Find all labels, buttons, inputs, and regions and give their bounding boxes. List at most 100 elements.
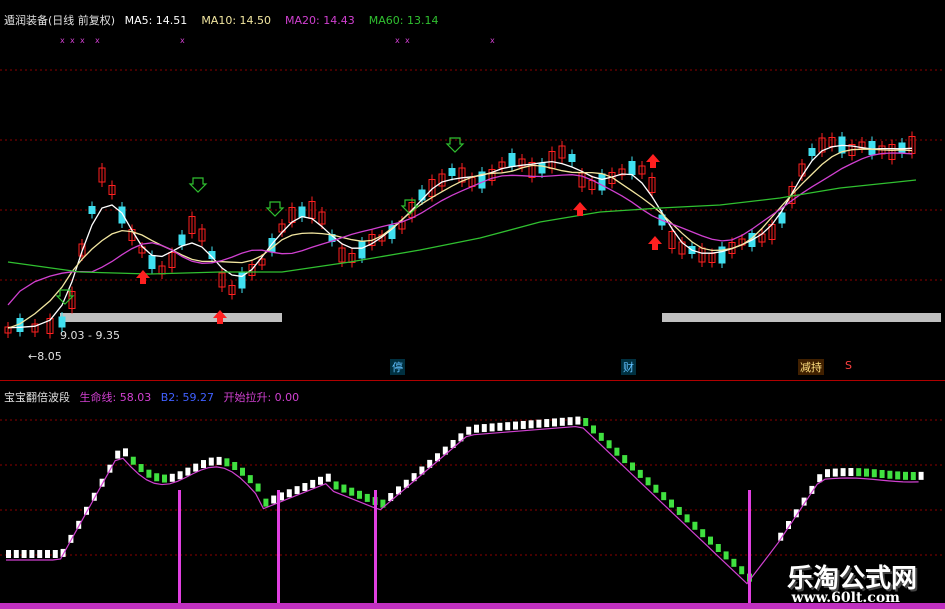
histo-bar-down xyxy=(357,490,362,499)
candle-down xyxy=(298,206,306,218)
histo-bar-up xyxy=(528,420,534,429)
signal-bar xyxy=(374,490,377,609)
candle-down xyxy=(118,206,126,224)
histo-bar-down xyxy=(676,506,682,515)
sell-arrow-icon xyxy=(646,154,660,168)
candle-down xyxy=(868,141,876,155)
histo-bar-up xyxy=(575,416,581,425)
x-marker: x xyxy=(395,36,400,45)
candle-down xyxy=(148,255,156,269)
zone-bar xyxy=(662,313,941,322)
histo-bar-down xyxy=(856,468,862,477)
histo-bar-down xyxy=(255,483,261,492)
histo-bar-down xyxy=(669,499,674,508)
signal-bar xyxy=(178,490,181,609)
x-marker: x xyxy=(80,36,85,45)
histo-bar-down xyxy=(661,492,667,501)
x-marker: x xyxy=(95,36,100,45)
histo-bar-up xyxy=(216,456,222,465)
histo-bar-down xyxy=(653,484,659,493)
histo-bar-down xyxy=(364,493,370,502)
candle-down xyxy=(568,154,576,162)
histo-bar-down xyxy=(871,469,877,478)
histo-bar-down xyxy=(645,477,651,486)
candle-down xyxy=(508,153,516,167)
candle-down xyxy=(58,316,66,328)
histo-bar-up xyxy=(918,471,924,480)
histo-bar-down xyxy=(247,475,253,484)
histo-bar-down xyxy=(910,471,916,480)
histo-bar-up xyxy=(559,417,565,426)
candlestick-chart[interactable]: xxxxxxxx xyxy=(0,0,945,609)
zone-bar xyxy=(60,313,282,322)
candle-down xyxy=(598,173,606,191)
buy-arrow-icon xyxy=(188,177,208,193)
signal-bar xyxy=(277,490,280,609)
histo-bar-down xyxy=(333,481,339,490)
histo-bar-up xyxy=(201,460,206,469)
histo-bar-down xyxy=(598,432,604,441)
histo-bar-down xyxy=(349,487,355,496)
signal-bar xyxy=(748,490,751,609)
histo-bar-up xyxy=(169,473,175,482)
candle-down xyxy=(808,148,816,156)
life-line xyxy=(6,425,919,585)
histo-bar-up xyxy=(489,423,495,432)
x-marker: x xyxy=(180,36,185,45)
histo-bar-down xyxy=(879,469,885,478)
histo-bar-up xyxy=(325,473,331,482)
histo-bar-up xyxy=(840,468,846,477)
histo-bar-up xyxy=(123,448,128,457)
histo-bar-up xyxy=(208,457,214,466)
histo-bar-up xyxy=(536,419,542,428)
histo-bar-up xyxy=(271,495,277,504)
histo-bar-up xyxy=(310,479,316,488)
candle-down xyxy=(628,161,636,175)
histo-bar-down xyxy=(240,467,245,476)
candle-down xyxy=(88,206,96,214)
candle-down xyxy=(448,168,456,176)
histo-bar-down xyxy=(162,474,167,483)
histo-bar-up xyxy=(505,422,511,431)
histo-bar-down xyxy=(895,471,901,480)
histo-bar-up xyxy=(481,424,487,433)
histo-bar-up xyxy=(45,550,50,558)
histo-bar-up xyxy=(302,483,308,492)
histo-bar-down xyxy=(130,456,136,465)
x-marker: x xyxy=(70,36,75,45)
histo-bar-down xyxy=(684,514,690,523)
candle-down xyxy=(178,234,186,246)
histo-bar-down xyxy=(622,455,628,464)
ma60-line xyxy=(7,179,917,275)
candle-down xyxy=(898,142,906,154)
histo-bar-up xyxy=(832,468,838,477)
histo-bar-up xyxy=(318,476,323,485)
histo-bar-down xyxy=(731,558,737,567)
histo-bar-up xyxy=(286,489,292,498)
histo-bar-down xyxy=(692,521,698,530)
sell-arrow-icon xyxy=(648,236,662,250)
histo-bar-down xyxy=(146,469,152,478)
histo-bar-down xyxy=(630,462,635,471)
histo-bar-up xyxy=(193,463,199,472)
histo-bar-up xyxy=(115,450,121,459)
histo-bar-down xyxy=(708,536,713,545)
candle-down xyxy=(418,189,426,201)
candle-down xyxy=(358,241,366,259)
histo-bar-down xyxy=(591,425,596,434)
histo-bar-up xyxy=(29,550,35,558)
histo-bar-down xyxy=(864,468,869,477)
histo-bar-down xyxy=(232,461,238,470)
x-marker: x xyxy=(60,36,65,45)
histo-bar-down xyxy=(739,566,745,575)
buy-arrow-icon xyxy=(265,201,285,217)
histo-bar-down xyxy=(224,458,230,467)
histo-bar-up xyxy=(177,471,183,480)
histo-bar-up xyxy=(552,418,557,427)
histo-bar-down xyxy=(637,469,643,478)
histo-bar-up xyxy=(825,469,830,478)
histo-bar-down xyxy=(606,440,612,449)
histo-bar-up xyxy=(52,550,58,558)
histo-bar-up xyxy=(513,421,518,430)
watermark-url: www.60lt.com xyxy=(791,590,900,606)
